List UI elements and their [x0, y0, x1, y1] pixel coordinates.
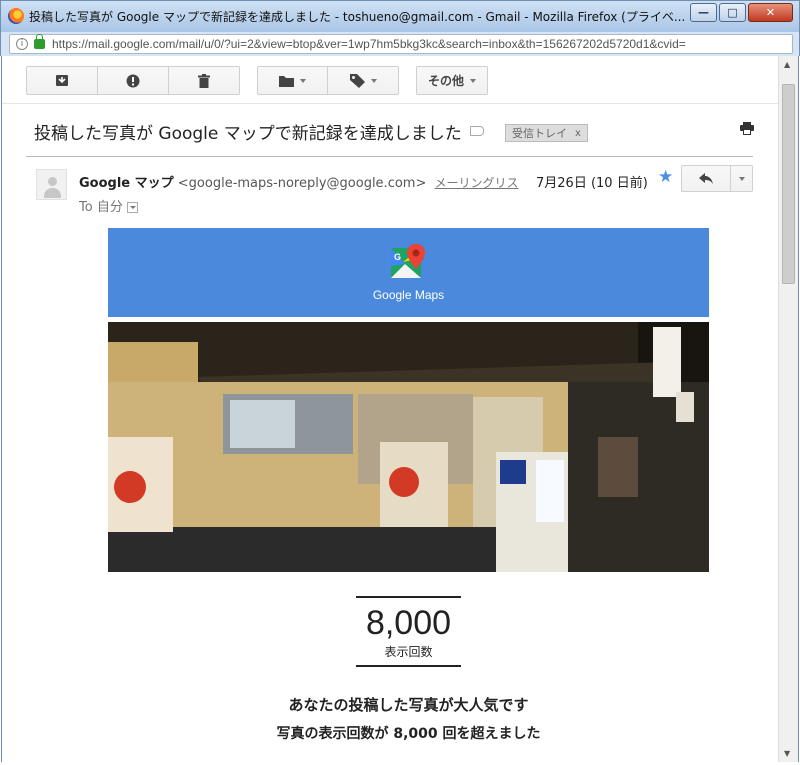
gmail-page: その他 投稿した写真が Google マップで新記録を達成しました 受信トレイ … [1, 56, 778, 762]
tag-icon [349, 73, 365, 88]
recipient-text: To 自分 [79, 200, 123, 215]
address-bar[interactable]: i https://mail.google.com/mail/u/0/?ui=2… [9, 34, 793, 54]
label-icon[interactable] [470, 126, 484, 136]
minimize-icon: — [698, 6, 709, 19]
move-to-button[interactable] [257, 66, 328, 95]
more-actions-button[interactable] [731, 165, 753, 192]
contributed-photo[interactable] [108, 322, 709, 572]
message-toolbar: その他 [2, 56, 778, 104]
email-date: 7月26日 (10 日前) [536, 176, 648, 191]
exclamation-icon [126, 74, 140, 87]
subject-divider [26, 156, 753, 157]
stat-rule-bottom [356, 665, 461, 667]
vertical-scrollbar[interactable]: ▲ ▼ [778, 56, 799, 762]
info-icon[interactable]: i [16, 38, 28, 50]
brand-text: Google Maps [372, 288, 445, 302]
print-button[interactable] [740, 122, 754, 139]
organize-button-group [257, 66, 399, 95]
archive-button[interactable] [26, 66, 98, 95]
person-icon [48, 177, 57, 186]
firefox-icon [8, 8, 24, 24]
more-label: その他 [427, 74, 464, 88]
person-icon-body [44, 188, 61, 198]
avatar[interactable] [36, 169, 67, 200]
chevron-down-icon [738, 176, 745, 181]
email-subject: 投稿した写真が Google マップで新記録を達成しました [34, 124, 462, 144]
reply-button[interactable] [681, 165, 731, 192]
action-button-group [26, 66, 240, 95]
report-spam-button[interactable] [98, 66, 169, 95]
remove-label-icon[interactable]: x [575, 128, 581, 139]
trash-icon [198, 73, 210, 88]
chip-label: 受信トレイ [512, 127, 567, 140]
headline: あなたの投稿した写真が大人気です [288, 696, 529, 714]
scroll-down-icon[interactable]: ▼ [784, 749, 790, 758]
chevron-down-icon [470, 78, 476, 83]
star-icon[interactable]: ★ [658, 167, 673, 187]
sender-email: <google-maps-noreply@google.com> [177, 176, 427, 191]
close-icon: ✕ [765, 6, 776, 19]
folder-icon [279, 75, 294, 87]
reply-icon [699, 173, 713, 184]
maximize-icon: □ [727, 6, 738, 19]
lock-icon[interactable] [34, 34, 45, 49]
sender-name[interactable]: Google マップ [79, 176, 174, 191]
photo-illustration [108, 322, 709, 572]
inbox-label-chip[interactable]: 受信トレイ x [505, 124, 588, 142]
chevron-down-icon [370, 78, 377, 83]
scroll-up-icon[interactable]: ▲ [784, 60, 790, 69]
scrollbar-thumb[interactable] [782, 84, 795, 284]
reply-button-group [681, 165, 753, 192]
window-title: 投稿した写真が Google マップで新記録を達成しました - toshueno… [29, 10, 686, 24]
window-controls: — □ ✕ [690, 3, 793, 23]
sender-line: Google マップ <google-maps-noreply@google.c… [79, 172, 519, 191]
subline: 写真の表示回数が 8,000 回を超えました [276, 726, 541, 742]
close-window-button[interactable]: ✕ [748, 3, 793, 22]
window-titlebar: 投稿した写真が Google マップで新記録を達成しました - toshueno… [0, 0, 800, 32]
url-text[interactable]: https://mail.google.com/mail/u/0/?ui=2&v… [52, 37, 782, 51]
more-button[interactable]: その他 [416, 66, 488, 95]
address-bar-row: i https://mail.google.com/mail/u/0/?ui=2… [0, 32, 800, 56]
chevron-down-icon [300, 78, 306, 83]
google-maps-banner: G Google Maps [108, 228, 709, 317]
svg-text:G: G [394, 252, 401, 262]
archive-icon [56, 75, 68, 86]
minimize-button[interactable]: — [690, 3, 717, 22]
more-button-group: その他 [416, 66, 488, 95]
printer-icon [740, 122, 754, 135]
view-count: 8,000 [365, 604, 452, 642]
stat-rule-top [356, 596, 461, 598]
mailing-list-link[interactable]: メーリングリス [435, 176, 519, 190]
google-maps-logo-icon: G [391, 244, 425, 278]
delete-button[interactable] [169, 66, 240, 95]
labels-button[interactable] [328, 66, 399, 95]
view-count-label: 表示回数 [384, 645, 433, 659]
show-details-icon[interactable] [126, 202, 138, 213]
recipient-line: To 自分 [79, 196, 138, 215]
maximize-button[interactable]: □ [719, 3, 746, 22]
